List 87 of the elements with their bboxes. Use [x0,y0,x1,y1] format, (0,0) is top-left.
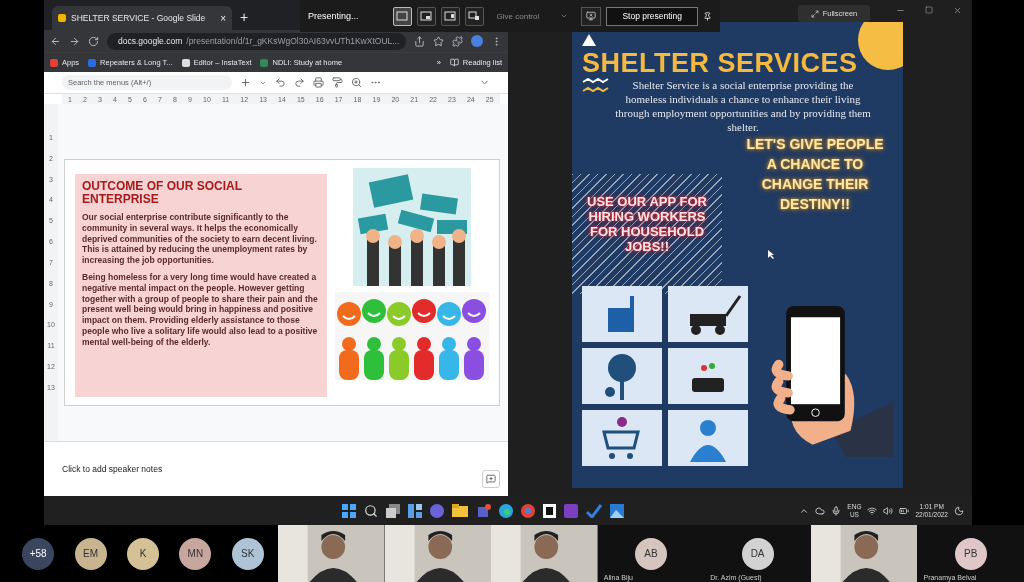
poster-title: SHELTER SERVICES [582,48,859,78]
reading-list-icon [449,58,459,67]
stop-share-button[interactable] [581,6,602,26]
cloud-icon[interactable] [815,505,826,516]
people-icon[interactable] [476,503,491,518]
slide-title: OUTCOME OF OUR SOCIAL ENTERPRISE [82,180,243,206]
bookmark-icon [50,58,58,67]
layout-button[interactable] [392,6,412,26]
pin-icon[interactable] [703,11,712,21]
plus-icon[interactable] [240,77,251,88]
undo-icon[interactable] [275,77,286,88]
print-icon[interactable] [313,77,324,88]
slide-paragraph: Being homeless for a very long time would have created a negative mental impact on the people. However getting together with a group of people to share their pain and the present well being would bring in happiness and positive impact on them. Providing elderly assistance to those people who live a solitary life would also lead to a positive mental well-being of the elderly. [82,272,319,348]
reload-icon[interactable] [88,35,99,47]
browser-icon[interactable] [521,503,535,518]
slogan-text: LET'S GIVE PEOPLE A CHANCE TO CHANGE THEIR DESTINY!! [745,135,885,214]
screen-person-icon [420,11,433,21]
maximize-icon[interactable] [925,6,933,14]
video-chat-icon[interactable] [430,503,444,518]
microphone-icon[interactable] [831,505,842,516]
new-tab-button[interactable]: + [240,6,249,30]
participant-avatar[interactable]: EM [74,537,107,570]
redo-icon[interactable] [294,77,305,88]
url-host: docs.google.com [118,36,183,46]
paint-format-icon[interactable] [332,77,343,88]
participant-avatar[interactable]: MN [179,537,212,570]
forward-icon[interactable] [69,35,80,47]
care-icon [668,410,748,466]
participant-avatar: DA [741,537,774,570]
app-call-text: USE OUR APP FOR HIRING WORKERS FOR HOUSEHOLD JOBS!! [586,194,708,254]
poster-intro: Shelter Service is a social enterprise providing the homeless individuals a chance to enhance their living through employment opportunities and by providing them shelter. [614,78,872,134]
participant-avatar[interactable]: SK [231,537,264,570]
bookmark-icon [260,58,269,67]
bookmark-icon [88,58,97,67]
volume-icon[interactable] [883,505,894,516]
address-bar[interactable]: docs.google.com /presentation/d/1r_gKKsWgOl30AI63vvUTh1KwXtOUL... [107,32,406,50]
search-icon[interactable] [364,503,378,518]
close-icon[interactable] [953,6,962,15]
screen-off-icon [586,11,597,21]
share-icon[interactable] [414,35,425,47]
checkmark-icon[interactable] [586,503,602,518]
slides-icon [58,14,66,22]
caret-icon [560,12,569,20]
tree-icon [582,348,662,404]
screen-layout-icon [396,11,409,21]
lawn-mower-icon [668,286,748,342]
profile-avatar-icon[interactable] [471,35,483,47]
browser-icon[interactable] [499,503,513,518]
participant-avatar: AB [635,537,667,570]
extensions-icon[interactable] [452,35,463,47]
side-by-side-icon [444,11,457,21]
speaker-notes-placeholder[interactable]: Click to add speaker notes [62,464,163,474]
bucket-icon [582,286,662,342]
layout-button[interactable] [440,6,460,26]
tab-title: SHELTER SERVICE - Google Slide [71,13,206,23]
photo-icon[interactable] [610,503,624,518]
triangle-shape [582,34,596,46]
participant-avatar[interactable]: +58 [22,537,55,570]
url-path: /presentation/d/1r_gKKsWgOl30AI63vvUTh1KwXtOUL... [186,36,400,46]
moon-icon[interactable] [954,505,964,516]
widgets-icon[interactable] [408,503,422,518]
star-icon[interactable] [433,35,444,47]
add-comment-icon [486,474,496,484]
reporter-layout-icon [468,11,481,21]
add-comment-button[interactable] [482,470,500,488]
slide-paragraph: Our social enterprise contribute significantly to the community in several ways. It helps the economically deprived communities of the society to earn decent living. This is attained by reducing the unemployment rates by increasing the job opportunities. [82,212,318,266]
browser-tab[interactable]: SHELTER SERVICE - Google Slide × [52,6,232,30]
zoom-icon[interactable] [351,77,362,88]
expand-icon [810,9,819,18]
battery-icon[interactable] [899,505,910,516]
presenting-status: Presenting... [308,11,360,21]
layout-button[interactable] [416,6,436,26]
task-view-icon[interactable] [386,503,400,518]
participant-avatar[interactable]: K [126,537,159,570]
shopping-cart-icon [582,410,662,466]
cursor-icon [768,250,774,259]
bookmark-icon [181,58,190,67]
windows-logo-icon[interactable] [342,503,356,518]
participant-avatar: PB [954,537,987,570]
stop-presenting-button[interactable]: Stop presenting [606,6,699,26]
notebook-icon[interactable] [543,503,556,518]
tab-close-button[interactable]: × [220,12,226,24]
folder-icon[interactable] [452,504,468,517]
wifi-icon[interactable] [867,505,878,516]
back-icon[interactable] [50,35,61,47]
cooking-pot-icon [668,348,748,404]
layout-button[interactable] [464,6,484,26]
